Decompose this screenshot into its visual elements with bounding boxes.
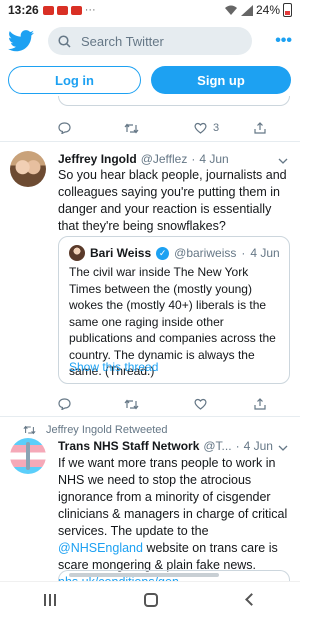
status-bar: 13:26 ··· 24% (0, 0, 300, 20)
quote-time: 4 Jun (250, 246, 280, 260)
status-right: 24% (224, 3, 292, 17)
youtube-icon (70, 5, 82, 15)
retweet-icon (124, 399, 139, 409)
retweet-context-icon-wrap (0, 425, 46, 435)
quote-avatar (69, 245, 85, 261)
avatar[interactable] (10, 151, 46, 187)
previous-tweet-actions: 3 (58, 118, 288, 138)
quote-author-handle: @bariweiss (174, 246, 237, 260)
retweet-button[interactable] (124, 399, 194, 410)
author-handle[interactable]: @Jefflez (141, 152, 188, 166)
top-bar: Search Twitter ••• (0, 20, 300, 62)
heart-icon (194, 122, 207, 134)
gmail-icon (56, 5, 68, 15)
retweet-icon (23, 425, 36, 435)
signal-icon (240, 4, 253, 16)
avatar[interactable] (10, 438, 46, 474)
home-icon[interactable] (144, 592, 159, 607)
tweet-time[interactable]: 4 Jun (199, 152, 228, 166)
share-button[interactable] (254, 398, 266, 410)
chevron-down-icon[interactable] (278, 156, 288, 166)
more-notifications-icon: ··· (84, 4, 96, 16)
reply-icon (58, 122, 71, 134)
tweet-header: Trans NHS Staff Network @T... · 4 Jun (58, 439, 273, 453)
search-placeholder: Search Twitter (81, 33, 164, 49)
divider (0, 416, 300, 417)
notification-icons: ··· (42, 4, 96, 16)
retweet-icon (124, 123, 139, 133)
tweet-time[interactable]: 4 Jun (244, 439, 273, 453)
share-icon (254, 398, 266, 410)
search-input[interactable]: Search Twitter (48, 27, 252, 55)
mention-link[interactable]: @NHSEngland (58, 541, 143, 555)
retweet-button[interactable] (124, 123, 194, 134)
recent-apps-icon[interactable] (44, 593, 57, 606)
like-count: 3 (213, 122, 220, 134)
tweet-header: Jeffrey Ingold @Jefflez · 4 Jun (58, 152, 229, 166)
reply-icon (58, 398, 71, 410)
like-button[interactable]: 3 (194, 122, 254, 134)
separator-dot: · (241, 246, 246, 260)
card-text-blur (69, 573, 219, 577)
retweeted-by-label[interactable]: Jeffrey Ingold Retweeted (46, 424, 167, 436)
search-icon (58, 34, 71, 48)
verified-badge-icon: ✓ (156, 246, 170, 260)
back-icon[interactable] (244, 593, 258, 606)
battery-percent: 24% (255, 3, 280, 17)
more-options-button[interactable]: ••• (275, 32, 292, 50)
separator-dot: · (235, 439, 240, 453)
quoted-tweet[interactable]: Bari Weiss ✓ @bariweiss · 4 Jun The civi… (58, 236, 290, 384)
system-nav-bar (0, 581, 300, 617)
author-handle[interactable]: @T... (203, 439, 231, 453)
login-button[interactable]: Log in (8, 66, 141, 94)
reply-button[interactable] (58, 398, 124, 410)
show-thread-link[interactable]: Show this thread (69, 360, 158, 374)
tweet-text: So you hear black people, journalists an… (58, 168, 287, 233)
share-icon (254, 122, 266, 134)
auth-row: Log in Sign up (0, 66, 300, 96)
share-button[interactable] (254, 122, 266, 134)
gmail-icon (42, 5, 54, 15)
previous-tweet-card[interactable] (58, 96, 290, 106)
quote-header: Bari Weiss ✓ @bariweiss · 4 Jun (69, 245, 280, 261)
retweet-context: Jeffrey Ingold Retweeted (0, 422, 300, 438)
divider (0, 141, 300, 142)
reply-button[interactable] (58, 122, 124, 134)
separator-dot: · (191, 152, 196, 166)
caduceus-icon (26, 442, 30, 470)
author-name[interactable]: Jeffrey Ingold (58, 152, 137, 166)
wifi-icon (224, 5, 237, 15)
heart-icon (194, 398, 207, 410)
twitter-bird-icon[interactable] (8, 30, 34, 52)
like-button[interactable] (194, 398, 254, 410)
tweet-text-part: If we want more trans people to work in … (58, 456, 288, 538)
status-time: 13:26 (8, 3, 39, 17)
tweet-actions (58, 394, 288, 414)
signup-button[interactable]: Sign up (151, 66, 291, 94)
chevron-down-icon[interactable] (278, 443, 288, 453)
battery-icon (283, 3, 292, 17)
quote-author-name: Bari Weiss (90, 246, 152, 260)
author-name[interactable]: Trans NHS Staff Network (58, 439, 199, 453)
